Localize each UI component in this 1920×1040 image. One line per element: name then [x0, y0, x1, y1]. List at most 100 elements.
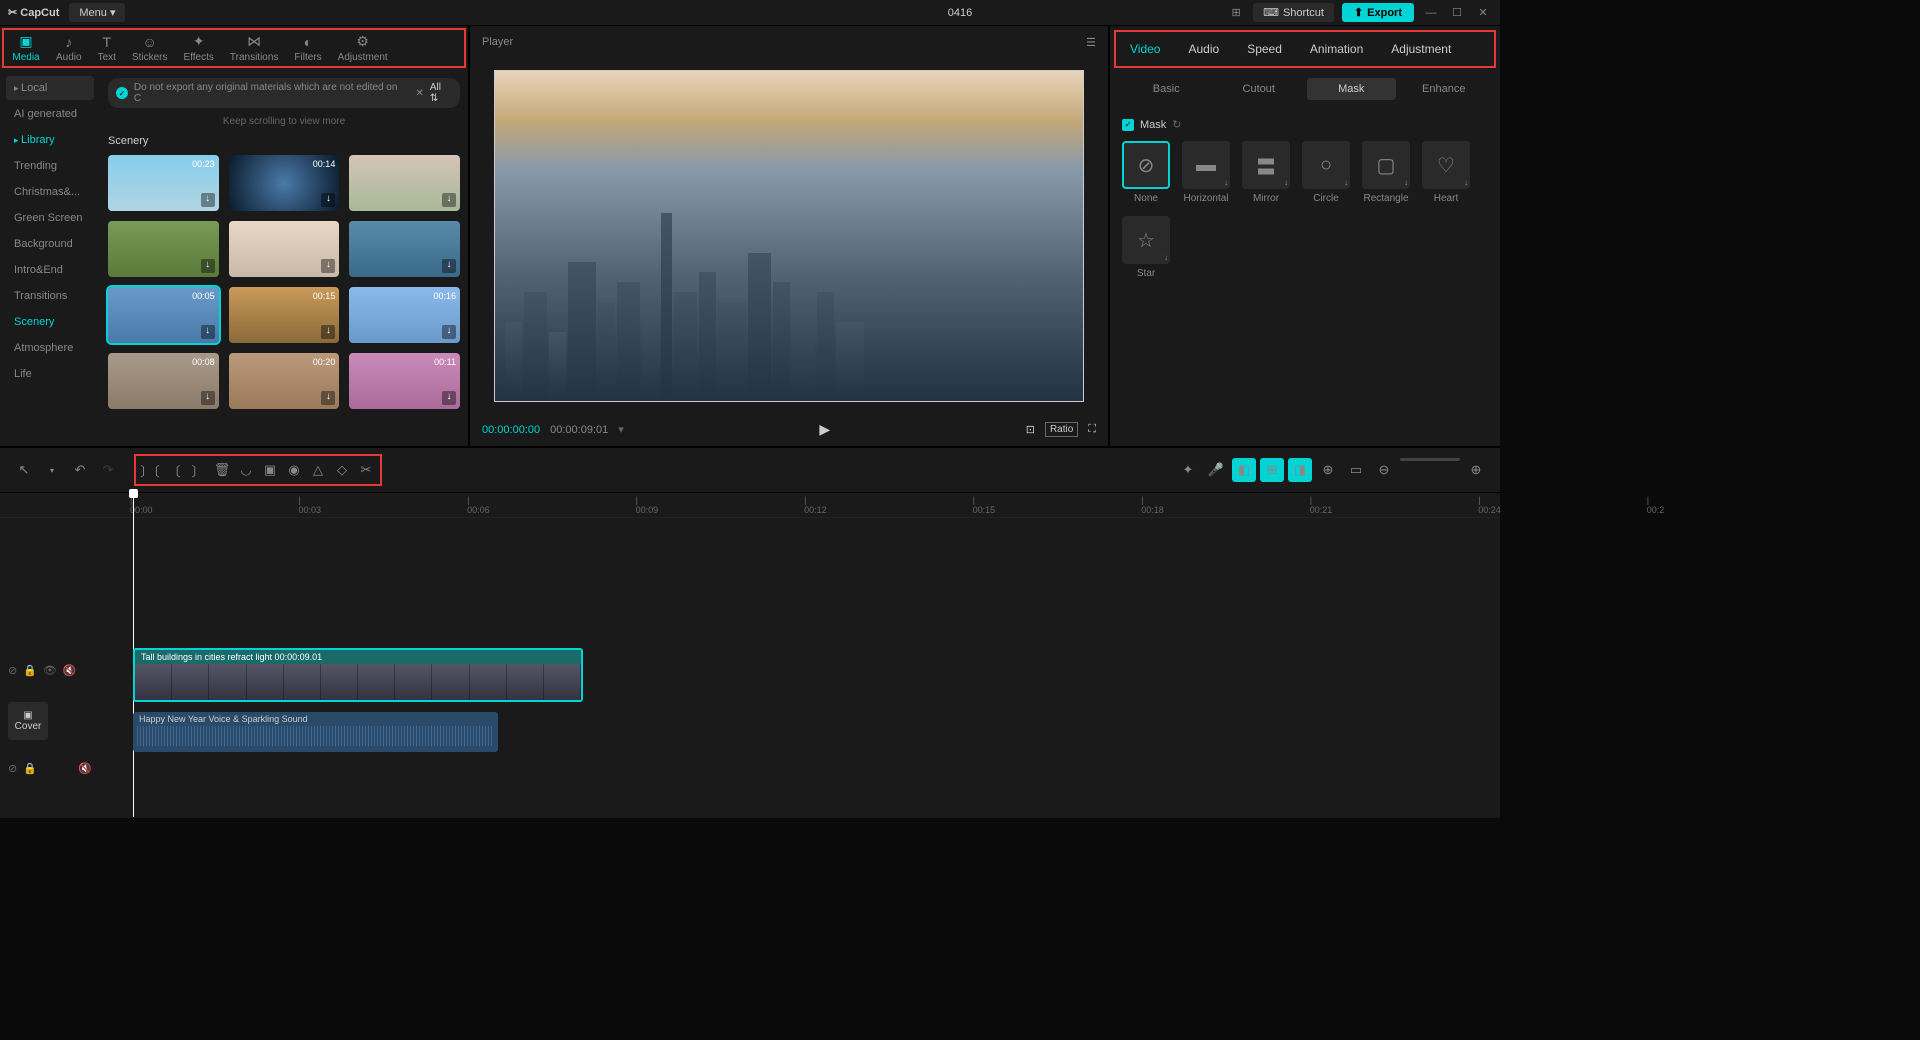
fullscreen-icon[interactable]: ⛶ — [1088, 423, 1096, 436]
thumb-6[interactable]: 00:05↓ — [108, 287, 219, 343]
split-left-tool[interactable]: 〔 — [162, 458, 186, 482]
zoom-in[interactable]: ⊕ — [1464, 458, 1488, 482]
download-icon[interactable]: ↓ — [442, 325, 456, 339]
mask-heart[interactable]: ♡↓Heart — [1422, 141, 1470, 204]
sidebar-item-introend[interactable]: Intro&End — [6, 258, 94, 282]
sidebar-library[interactable]: Library — [6, 128, 94, 152]
auto-tool[interactable]: ✦ — [1176, 458, 1200, 482]
timecode-dropdown-icon[interactable]: ▾ — [618, 423, 624, 436]
link-tool[interactable]: ⊕ — [1316, 458, 1340, 482]
audio-lock-icon[interactable]: ⊘ — [8, 762, 17, 775]
split-right-tool[interactable]: 〕 — [186, 458, 210, 482]
download-icon[interactable]: ↓ — [442, 193, 456, 207]
player-menu-icon[interactable]: ☰ — [1086, 36, 1096, 49]
tab-text[interactable]: TText — [90, 30, 124, 66]
tab-filters[interactable]: ◐Filters — [286, 30, 329, 66]
record-tool[interactable]: ◉ — [282, 458, 306, 482]
thumb-11[interactable]: 00:11↓ — [349, 353, 460, 409]
menu-button[interactable]: Menu ▾ — [69, 3, 125, 22]
mask-rectangle[interactable]: ▢↓Rectangle — [1362, 141, 1410, 204]
subtab-basic[interactable]: Basic — [1122, 78, 1211, 100]
close-button[interactable]: ✕ — [1474, 6, 1492, 19]
sidebar-item-transitions[interactable]: Transitions — [6, 284, 94, 308]
sidebar-ai[interactable]: AI generated — [6, 102, 94, 126]
thumb-7[interactable]: 00:15↓ — [229, 287, 340, 343]
sidebar-item-trending[interactable]: Trending — [6, 154, 94, 178]
mask-mirror[interactable]: 〓↓Mirror — [1242, 141, 1290, 204]
download-icon[interactable]: ↓ — [321, 325, 335, 339]
tab-effects[interactable]: ✦Effects — [175, 30, 221, 66]
mask-toggle[interactable]: ✓ Mask ↻ — [1122, 118, 1488, 131]
layout-icon[interactable]: ⊞ — [1227, 6, 1245, 19]
thumb-10[interactable]: 00:20↓ — [229, 353, 340, 409]
sidebar-item-scenery[interactable]: Scenery — [6, 310, 94, 334]
shortcut-button[interactable]: ⌨Shortcut — [1253, 3, 1334, 22]
tab-stickers[interactable]: ☺Stickers — [124, 30, 176, 66]
copy-tool[interactable]: ▣ — [258, 458, 282, 482]
delete-tool[interactable]: 🗑 — [210, 458, 234, 482]
play-button[interactable]: ▶ — [819, 421, 830, 438]
prop-tab-animation[interactable]: Animation — [1296, 32, 1377, 66]
mask-star[interactable]: ☆↓Star — [1122, 216, 1170, 279]
download-icon[interactable]: ↓ — [321, 193, 335, 207]
download-icon[interactable]: ↓ — [442, 391, 456, 405]
marker-tool[interactable]: ◡ — [234, 458, 258, 482]
snap-toggle-3[interactable]: ◨ — [1288, 458, 1312, 482]
thumb-3[interactable]: ↓ — [108, 221, 219, 277]
export-button[interactable]: ⬆Export — [1342, 3, 1414, 22]
prop-tab-audio[interactable]: Audio — [1174, 32, 1233, 66]
download-icon[interactable]: ↓ — [201, 391, 215, 405]
sidebar-item-atmosphere[interactable]: Atmosphere — [6, 336, 94, 360]
mask-none[interactable]: ⊘None — [1122, 141, 1170, 204]
audio-lock2-icon[interactable]: 🔒 — [23, 762, 37, 775]
cover-button[interactable]: ▣Cover — [8, 702, 48, 740]
all-filter[interactable]: All ⇅ — [430, 82, 452, 104]
split-tool[interactable]: 〕〔 — [138, 458, 162, 482]
download-icon[interactable]: ↓ — [321, 259, 335, 273]
mask-circle[interactable]: ○↓Circle — [1302, 141, 1350, 204]
tab-media[interactable]: ▣Media — [4, 30, 48, 66]
download-icon[interactable]: ↓ — [201, 325, 215, 339]
reset-icon[interactable]: ↻ — [1172, 118, 1181, 131]
download-icon[interactable]: ↓ — [201, 193, 215, 207]
thumb-9[interactable]: 00:08↓ — [108, 353, 219, 409]
subtab-mask[interactable]: Mask — [1307, 78, 1396, 100]
tab-adjustment[interactable]: ⚙Adjustment — [330, 30, 396, 66]
timeline-ruler[interactable]: | 00:00| 00:03| 00:06| 00:09| 00:12| 00:… — [0, 493, 1500, 518]
subtab-cutout[interactable]: Cutout — [1215, 78, 1304, 100]
tab-audio[interactable]: ♪Audio — [48, 30, 90, 66]
tab-transitions[interactable]: ⋈Transitions — [222, 30, 287, 66]
audio-clip[interactable]: Happy New Year Voice & Sparkling Sound — [133, 712, 498, 752]
notice-close[interactable]: ✕ — [415, 88, 423, 99]
audio-mute-icon[interactable]: 🔇 — [78, 762, 92, 775]
sidebar-item-life[interactable]: Life — [6, 362, 94, 386]
snap-toggle-2[interactable]: ⊞ — [1260, 458, 1284, 482]
tool-dropdown[interactable]: ▾ — [40, 458, 64, 482]
zoom-slider[interactable] — [1400, 458, 1460, 461]
track-visible-icon[interactable]: 🔒 — [23, 664, 37, 677]
sidebar-item-christmas[interactable]: Christmas&... — [6, 180, 94, 204]
thumb-2[interactable]: ↓ — [349, 155, 460, 211]
track-lock-icon[interactable]: ⊘ — [8, 664, 17, 677]
prop-tab-speed[interactable]: Speed — [1233, 32, 1296, 66]
mirror-tool[interactable]: △ — [306, 458, 330, 482]
thumb-8[interactable]: 00:16↓ — [349, 287, 460, 343]
minimize-button[interactable]: — — [1422, 7, 1440, 19]
sidebar-item-greenscreen[interactable]: Green Screen — [6, 206, 94, 230]
track-eye-icon[interactable]: 👁 — [43, 664, 57, 677]
mic-tool[interactable]: 🎤 — [1204, 458, 1228, 482]
track-mute-icon[interactable]: 🔇 — [63, 664, 77, 677]
snap-toggle-1[interactable]: ◧ — [1232, 458, 1256, 482]
video-clip[interactable]: Tall buildings in cities refract light 0… — [133, 648, 583, 702]
ratio-button[interactable]: Ratio — [1045, 422, 1078, 437]
download-icon[interactable]: ↓ — [201, 259, 215, 273]
redo-button[interactable]: ↷ — [96, 458, 120, 482]
crop-tool[interactable]: ✂ — [354, 458, 378, 482]
selection-tool[interactable]: ↖ — [12, 458, 36, 482]
zoom-out[interactable]: ⊖ — [1372, 458, 1396, 482]
undo-button[interactable]: ↶ — [68, 458, 92, 482]
mask-horizontal[interactable]: ▬↓Horizontal — [1182, 141, 1230, 204]
prop-tab-video[interactable]: Video — [1116, 32, 1174, 66]
thumb-5[interactable]: ↓ — [349, 221, 460, 277]
thumb-4[interactable]: ↓ — [229, 221, 340, 277]
